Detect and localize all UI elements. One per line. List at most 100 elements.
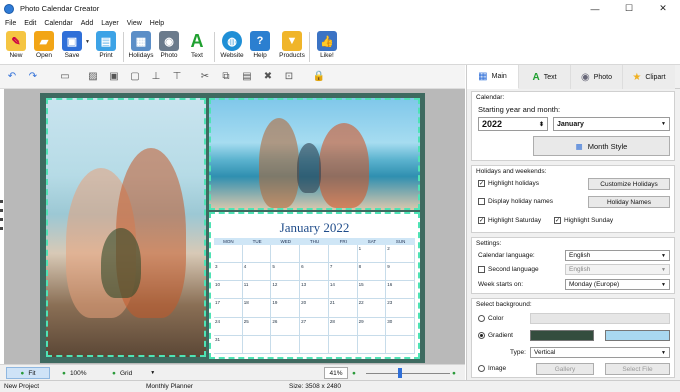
fit-button[interactable]: ● Fit	[6, 367, 50, 379]
highlight-holidays-checkbox[interactable]: ✓ Highlight holidays	[478, 180, 539, 187]
window-title: Photo Calendar Creator	[20, 4, 100, 13]
calendar-day-cell: 17	[214, 299, 243, 318]
lock-icon[interactable]: 🔒	[310, 68, 328, 86]
holidays-button[interactable]: ▦ Holidays	[127, 31, 155, 59]
menu-view[interactable]: View	[127, 20, 142, 27]
weekday-label: SAT	[367, 239, 377, 244]
duplicate-icon[interactable]: ⊡	[280, 68, 298, 86]
redo-icon[interactable]: ↷	[24, 68, 42, 86]
display-holiday-names-checkbox[interactable]: Display holiday names	[478, 198, 553, 205]
year-spinner[interactable]: 2022 ⬍	[478, 117, 548, 131]
calendar-day-cell: 18	[242, 299, 272, 318]
open-button[interactable]: ▰ Open	[30, 31, 58, 59]
tab-clipart[interactable]: ★ Clipart	[623, 65, 675, 89]
settings-section: Settings: Calendar language: English ▼ Se…	[471, 237, 675, 294]
highlight-sunday-checkbox[interactable]: ✓ Highlight Sunday	[554, 217, 613, 224]
gallery-button[interactable]: Gallery	[536, 363, 594, 375]
spinner-arrows-icon[interactable]: ⬍	[539, 121, 544, 128]
frame-image-icon[interactable]: ▨	[84, 68, 102, 86]
chevron-down-icon: ▼	[661, 266, 666, 273]
weekday-label: WED	[280, 239, 292, 244]
fit-icon[interactable]: ▢	[126, 68, 144, 86]
delete-icon[interactable]: ✖	[259, 68, 277, 86]
gradient-color-2[interactable]	[605, 330, 670, 341]
menu-add[interactable]: Add	[81, 20, 93, 27]
help-button[interactable]: ? Help	[246, 31, 274, 59]
resize-handles[interactable]	[0, 200, 4, 240]
color-radio[interactable]: Color	[478, 315, 504, 322]
crop-icon[interactable]: ▣	[105, 68, 123, 86]
text-button[interactable]: A Text	[183, 30, 211, 60]
gradient-color-1[interactable]	[530, 330, 594, 341]
undo-icon[interactable]: ↶	[3, 68, 21, 86]
save-dropdown-icon[interactable]: ▼	[85, 39, 90, 45]
holiday-names-button[interactable]: Holiday Names	[588, 196, 670, 208]
calendar-grid-block[interactable]: January 2022 MON TUE WED THU FRI SAT SUN 12345…	[209, 212, 420, 359]
distribute-icon[interactable]: ⊤	[168, 68, 186, 86]
calendar-day-cell: 28	[328, 317, 358, 336]
customize-holidays-button[interactable]: Customize Holidays	[588, 178, 670, 190]
edit-toolbar: ↶ ↷ ▭ ▨ ▣ ▢ ⊥ ⊤ ✂ ⧉ ▤ ✖ ⊡ 🔒	[0, 65, 465, 89]
align-icon[interactable]: ⊥	[147, 68, 165, 86]
like-button[interactable]: 👍 Like!	[313, 31, 341, 59]
second-language-checkbox[interactable]: Second language	[478, 266, 539, 273]
month-style-button[interactable]: ▦ Month Style	[533, 136, 670, 156]
calendar-day-cell	[300, 335, 329, 354]
close-button[interactable]: ✕	[646, 0, 680, 17]
grid-button[interactable]: ● Grid ▼	[112, 367, 155, 379]
zoom-100-button[interactable]: ● 100%	[62, 367, 87, 379]
weekday-label: THU	[309, 239, 320, 244]
calendar-day-cell: 15	[357, 281, 387, 300]
copy-icon[interactable]: ⧉	[217, 68, 235, 86]
calendar-day-cell	[300, 245, 329, 264]
print-button[interactable]: ▤ Print	[92, 31, 120, 59]
chevron-down-icon: ▼	[661, 349, 666, 356]
text-icon: A	[190, 30, 204, 51]
main-tab-icon: ▦	[478, 71, 488, 82]
weekday-label: SUN	[395, 239, 406, 244]
menu-help[interactable]: Help	[150, 20, 164, 27]
calendar-weekday-header: MON TUE WED THU FRI SAT SUN	[214, 238, 415, 245]
calendar-days-grid: 1 2 3 4 5 6 7 8 9 10 11 12 13 14 15 16 17 18 19 20 21 22 23 24 2…	[214, 245, 415, 354]
save-button[interactable]: ▣ Save ▼	[58, 31, 90, 59]
color-swatch[interactable]	[530, 313, 670, 324]
printer-icon: ▤	[96, 31, 116, 51]
month-select[interactable]: January ▼	[553, 117, 670, 131]
products-button[interactable]: ▼ Products	[278, 31, 306, 59]
second-language-select[interactable]: English ▼	[565, 264, 670, 275]
calendar-language-select[interactable]: English ▼	[565, 250, 670, 261]
menu-calendar[interactable]: Calendar	[44, 20, 72, 27]
highlight-saturday-checkbox[interactable]: ✓ Highlight Saturday	[478, 217, 541, 224]
folder-icon: ▰	[34, 31, 54, 51]
tab-photo[interactable]: ◉ Photo	[571, 65, 623, 89]
calendar-day-cell: 21	[328, 299, 358, 318]
zoom-out-icon[interactable]: ●	[352, 367, 356, 379]
gradient-radio[interactable]: Gradient	[478, 332, 513, 339]
zoom-slider[interactable]	[366, 367, 450, 379]
cut-icon[interactable]: ✂	[196, 68, 214, 86]
menu-edit[interactable]: Edit	[24, 20, 36, 27]
maximize-button[interactable]: ☐	[612, 0, 646, 17]
tab-text[interactable]: A Text	[519, 65, 571, 89]
view-controls-bar: ● Fit ● 100% ● Grid ▼ 41% ● ●	[0, 364, 465, 380]
website-button[interactable]: ◍ Website	[218, 31, 246, 59]
zoom-in-icon[interactable]: ●	[452, 367, 456, 379]
toolbar-separator	[123, 32, 124, 62]
photo-button[interactable]: ◉ Photo	[155, 31, 183, 59]
grid-dropdown-icon[interactable]: ▼	[150, 370, 155, 376]
tab-main[interactable]: ▦ Main	[467, 65, 519, 89]
new-button[interactable]: ✎ New	[2, 31, 30, 59]
zoom-value-field[interactable]: 41%	[324, 367, 348, 379]
calendar-day-cell	[386, 335, 415, 354]
select-file-button[interactable]: Select File	[605, 363, 670, 375]
menu-layer[interactable]: Layer	[101, 20, 119, 27]
calendar-day-cell: 27	[300, 317, 329, 336]
paste-icon[interactable]: ▤	[238, 68, 256, 86]
image-radio[interactable]: Image	[478, 365, 506, 372]
minimize-button[interactable]: —	[578, 0, 612, 17]
menu-file[interactable]: File	[5, 20, 16, 27]
start-label: Starting year and month:	[478, 105, 561, 114]
week-starts-select[interactable]: Monday (Europe) ▼	[565, 279, 670, 290]
select-icon[interactable]: ▭	[56, 68, 74, 86]
gradient-type-select[interactable]: Vertical ▼	[530, 347, 670, 358]
